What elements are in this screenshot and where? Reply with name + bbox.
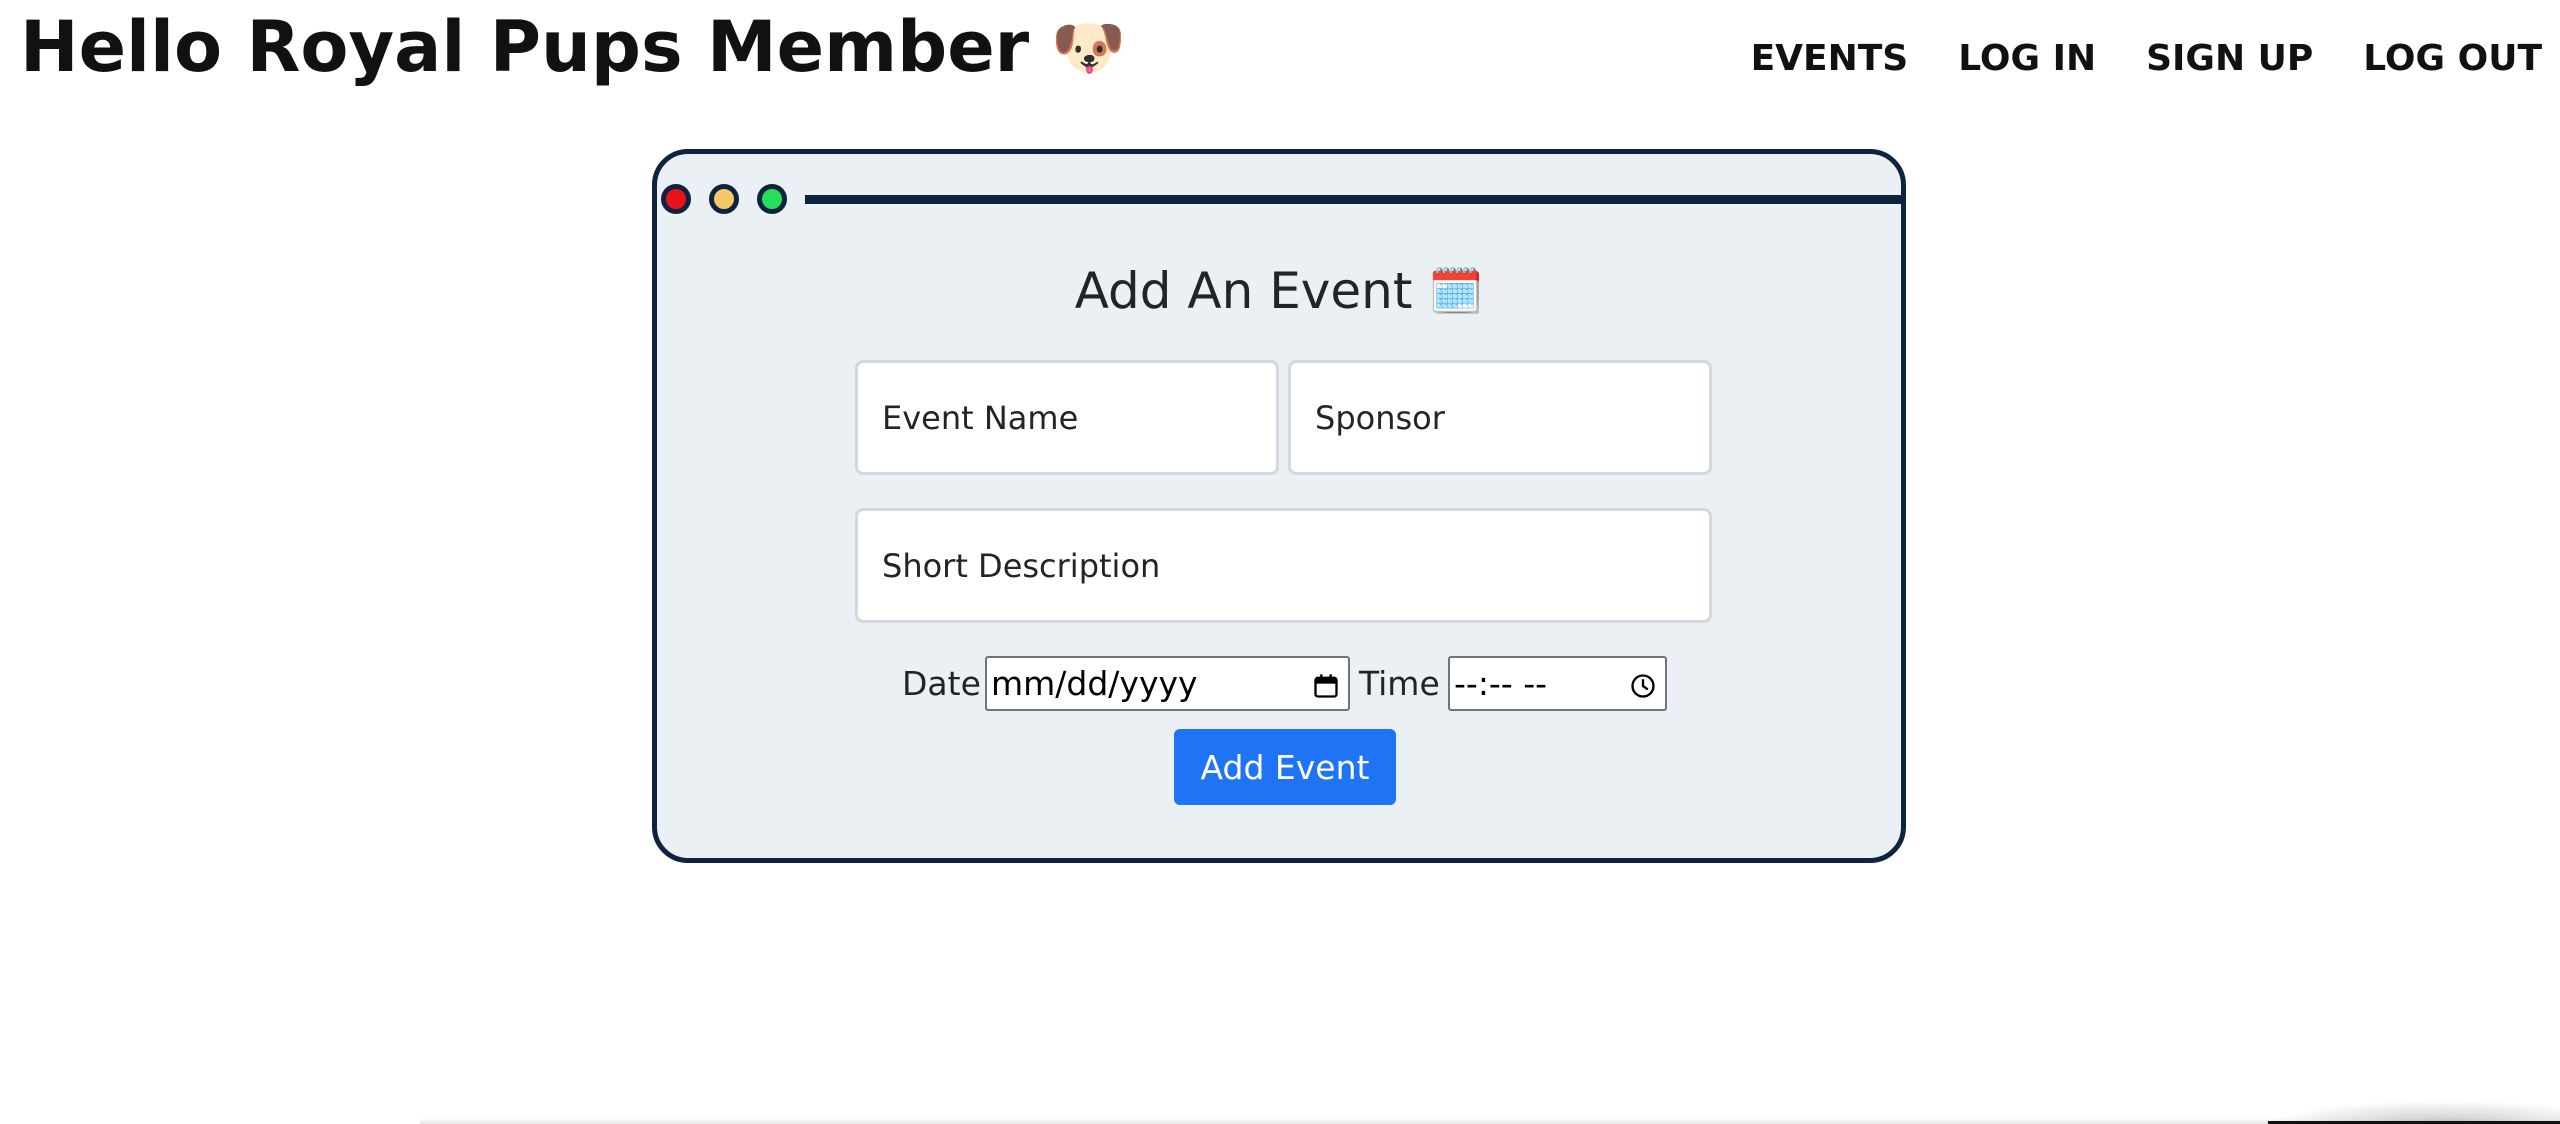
nav-link-log-in[interactable]: LOG IN [1958,38,2096,79]
short-description-input[interactable] [855,508,1712,623]
page-title: Hello Royal Pups Member 🐶 [20,6,1126,88]
time-input[interactable]: --:-- -- [1448,656,1667,711]
time-label: Time [1359,664,1440,703]
main-nav: EVENTS LOG IN SIGN UP LOG OUT [1751,38,2542,79]
window-maximize-dot-icon [757,184,787,214]
puppy-emoji-icon: 🐶 [1051,12,1126,83]
bottom-edge-shadow [420,1118,2560,1124]
nav-link-sign-up[interactable]: SIGN UP [2146,38,2313,79]
event-name-input[interactable] [855,360,1279,475]
window-close-dot-icon [661,184,691,214]
date-label: Date [902,664,981,703]
calendar-icon[interactable] [1312,672,1340,700]
form-title: Add An Event 🗓️ [657,262,1901,320]
sponsor-input[interactable] [1288,360,1712,475]
calendar-emoji-icon: 🗓️ [1428,266,1484,317]
page-title-text: Hello Royal Pups Member [20,6,1030,88]
nav-link-events[interactable]: EVENTS [1751,38,1909,79]
add-event-button[interactable]: Add Event [1174,729,1396,805]
clock-icon[interactable] [1629,672,1657,700]
time-input-value: --:-- -- [1454,664,1548,703]
form-title-text: Add An Event [1074,262,1413,320]
nav-link-log-out[interactable]: LOG OUT [2363,38,2542,79]
window-titlebar-line [805,195,1901,204]
date-input-value: mm/dd/yyyy [991,664,1198,703]
date-time-row: Date mm/dd/yyyy Time --:-- -- [657,656,1901,712]
date-input[interactable]: mm/dd/yyyy [985,656,1350,711]
window-minimize-dot-icon [709,184,739,214]
add-event-window: Add An Event 🗓️ Date mm/dd/yyyy Time --:… [652,149,1906,863]
site-header: Hello Royal Pups Member 🐶 EVENTS LOG IN … [0,0,2560,120]
